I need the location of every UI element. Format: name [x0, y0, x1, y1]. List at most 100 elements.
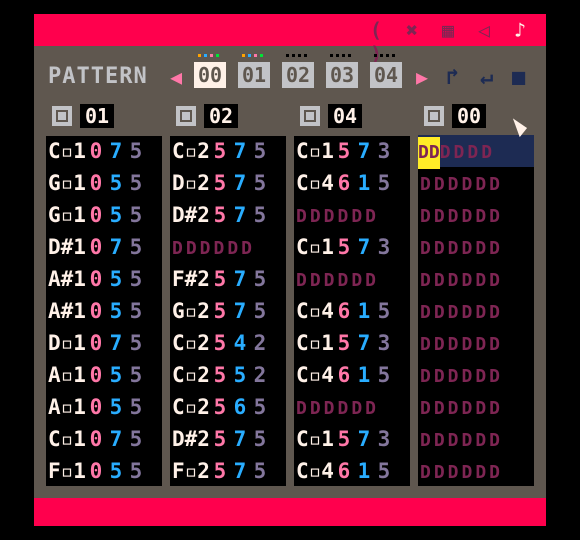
note-instrument: 5: [213, 363, 227, 387]
music-icon[interactable]: ♪: [508, 18, 532, 42]
pattern-slot-02[interactable]: 02: [282, 62, 314, 88]
note-row[interactable]: DDDDDD: [170, 231, 286, 263]
next-pattern-button[interactable]: ▶: [416, 64, 428, 90]
note-row[interactable]: DDDDDD: [418, 423, 534, 455]
note-instrument: 5: [337, 139, 351, 163]
note-instrument: 6: [337, 459, 351, 483]
note-row[interactable]: D#1 0 7 5: [46, 231, 162, 263]
note-row[interactable]: DDDDDD: [418, 455, 534, 487]
music-editor-window: ( ) ✖ ▦ ◁ ♪ PATTERN ◀ 00 01 02 03 04 ▶ ↱…: [34, 14, 546, 526]
note-volume: 7: [233, 427, 247, 451]
sfx-icon[interactable]: ◁: [472, 18, 496, 42]
note-row[interactable]: G▫2 5 7 5: [170, 295, 286, 327]
note-instrument: 0: [89, 395, 103, 419]
note-volume: 5: [109, 171, 123, 195]
loop-start-icon[interactable]: ↱: [446, 66, 459, 90]
note-row[interactable]: DDDDDD: [418, 327, 534, 359]
note-row[interactable]: C▫1 5 7 3: [294, 423, 410, 455]
note-volume: 7: [357, 427, 371, 451]
note-effect: 5: [129, 395, 143, 419]
note-instrument: 0: [89, 267, 103, 291]
note-row[interactable]: C▫2 5 5 2: [170, 359, 286, 391]
note-row[interactable]: D▫2 5 7 5: [170, 167, 286, 199]
pattern-slot-01[interactable]: 01: [238, 62, 270, 88]
sprite-icon[interactable]: ✖: [400, 18, 424, 42]
note-row[interactable]: DDDDDD: [294, 199, 410, 231]
note-row[interactable]: DDDDDD: [418, 263, 534, 295]
note-row[interactable]: D#2 5 7 5: [170, 199, 286, 231]
note-row[interactable]: DDDDDD: [294, 263, 410, 295]
note-instrument: 0: [89, 299, 103, 323]
loop-back-icon[interactable]: ↵: [480, 66, 493, 90]
pattern-slot-04[interactable]: 04: [370, 62, 402, 88]
stop-icon[interactable]: ■: [512, 66, 525, 90]
pattern-slot-00[interactable]: 00: [194, 62, 226, 88]
note-row[interactable]: DDDDDD: [418, 391, 534, 423]
note-row[interactable]: C▫2 5 6 5: [170, 391, 286, 423]
pattern-slot-03[interactable]: 03: [326, 62, 358, 88]
channel-0-track[interactable]: C▫1 0 7 5 G▫1 0 5 5 G▫1 0 5 5 D#1 0 7 5 A#1 0 5 5 A#1 0 5 5 D▫1 0…: [46, 136, 162, 486]
note-row[interactable]: C▫1 5 7 3: [294, 135, 410, 167]
note-pitch: C▫1: [48, 427, 86, 451]
channel-1-sfx-number[interactable]: 02: [204, 104, 238, 128]
note-pitch: D#2: [172, 203, 210, 227]
map-icon[interactable]: ▦: [436, 18, 460, 42]
previous-pattern-button[interactable]: ◀: [170, 64, 182, 90]
note-instrument: 5: [213, 171, 227, 195]
note-row[interactable]: A#1 0 5 5: [46, 295, 162, 327]
code-icon[interactable]: ( ): [364, 18, 388, 66]
note-row[interactable]: C▫4 6 1 5: [294, 455, 410, 487]
note-row[interactable]: C▫2 5 7 5: [170, 135, 286, 167]
note-row[interactable]: C▫1 5 7 3: [294, 231, 410, 263]
note-row[interactable]: A▫1 0 5 5: [46, 391, 162, 423]
note-row[interactable]: C▫1 0 7 5: [46, 135, 162, 167]
channel-2-toggle[interactable]: [300, 106, 320, 126]
note-pitch: C▫4: [296, 299, 334, 323]
note-row[interactable]: DDDDDD: [418, 167, 534, 199]
note-row[interactable]: DDDDDD: [418, 135, 534, 169]
note-effect: 5: [253, 267, 267, 291]
note-effect: 3: [377, 427, 391, 451]
note-volume: 7: [357, 331, 371, 355]
note-instrument: 0: [89, 203, 103, 227]
note-row[interactable]: C▫2 5 4 2: [170, 327, 286, 359]
edit-cursor[interactable]: DD: [418, 137, 440, 169]
note-row[interactable]: C▫4 6 1 5: [294, 295, 410, 327]
channel-2-sfx-number[interactable]: 04: [328, 104, 362, 128]
channel-0-sfx-number[interactable]: 01: [80, 104, 114, 128]
channel-3-track[interactable]: DDDDDD DDDDDD DDDDDD DDDDDD DDDDDD DDDDDD DDDD…: [418, 135, 534, 487]
note-pitch: C▫2: [172, 331, 210, 355]
note-row[interactable]: DDDDDD: [418, 295, 534, 327]
note-row[interactable]: A▫1 0 5 5: [46, 359, 162, 391]
note-row[interactable]: C▫1 5 7 3: [294, 327, 410, 359]
empty-note: DDDDDD: [420, 462, 504, 483]
note-row[interactable]: D#2 5 7 5: [170, 423, 286, 455]
note-row[interactable]: F#2 5 7 5: [170, 263, 286, 295]
channel-3-toggle[interactable]: [424, 106, 444, 126]
note-row[interactable]: G▫1 0 5 5: [46, 167, 162, 199]
channel-0-toggle[interactable]: [52, 106, 72, 126]
note-pitch: A▫1: [48, 395, 86, 419]
note-row[interactable]: G▫1 0 5 5: [46, 199, 162, 231]
note-row[interactable]: F▫2 5 7 5: [170, 455, 286, 487]
note-row[interactable]: DDDDDD: [418, 199, 534, 231]
channel-1-track[interactable]: C▫2 5 7 5 D▫2 5 7 5 D#2 5 7 5 DDDDDD F#2 5 7 5 G▫2 5 7 5 C▫2 5…: [170, 136, 286, 486]
note-volume: 1: [357, 299, 371, 323]
note-row[interactable]: C▫4 6 1 5: [294, 359, 410, 391]
note-row[interactable]: F▫1 0 5 5: [46, 455, 162, 487]
note-row[interactable]: A#1 0 5 5: [46, 263, 162, 295]
channel-3-sfx-number[interactable]: 00: [452, 104, 486, 128]
note-row[interactable]: D▫1 0 7 5: [46, 327, 162, 359]
channel-1-toggle[interactable]: [176, 106, 196, 126]
note-row[interactable]: C▫1 0 7 5: [46, 423, 162, 455]
channel-2-track[interactable]: C▫1 5 7 3 C▫4 6 1 5 DDDDDD C▫1 5 7 3 DDDDDD C▫4 6 1 5 C▫1 5…: [294, 136, 410, 486]
note-pitch: C▫2: [172, 363, 210, 387]
note-row[interactable]: DDDDDD: [294, 391, 410, 423]
editor-mode-bar: ( ) ✖ ▦ ◁ ♪: [34, 14, 546, 66]
note-row[interactable]: DDDDDD: [418, 231, 534, 263]
note-instrument: 5: [337, 427, 351, 451]
note-row[interactable]: C▫4 6 1 5: [294, 167, 410, 199]
note-pitch: A#1: [48, 299, 86, 323]
note-row[interactable]: DDDDDD: [418, 359, 534, 391]
pattern-02-channel-dots: [286, 54, 307, 58]
